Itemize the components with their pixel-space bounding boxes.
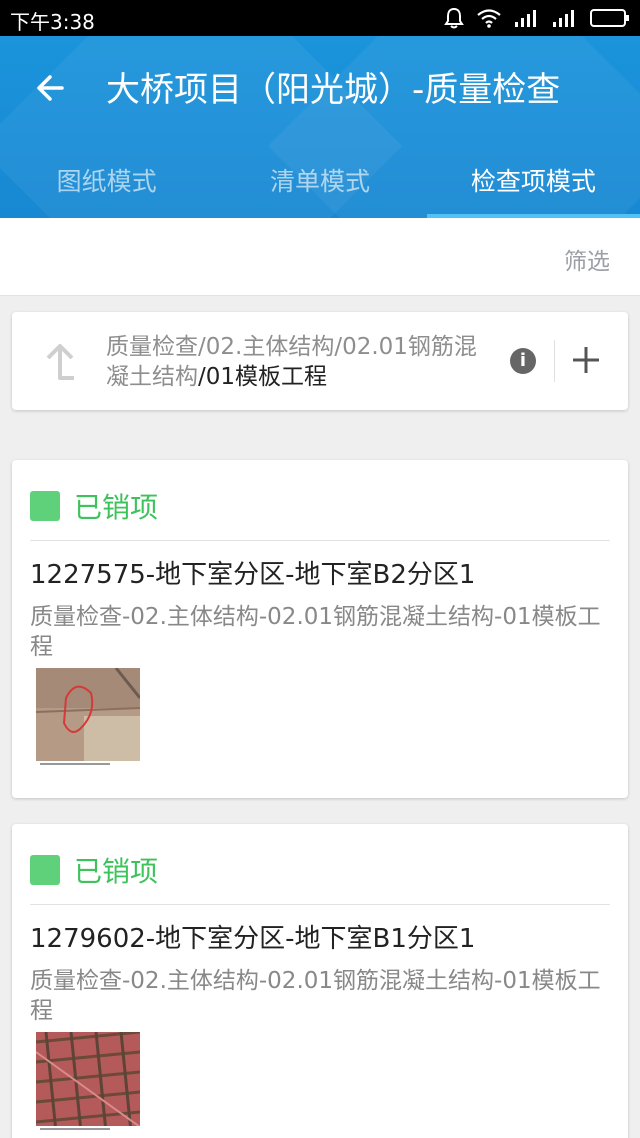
status-label: 已销项 <box>74 855 159 888</box>
status-label: 已销项 <box>74 491 159 524</box>
status-indicator <box>30 491 60 521</box>
record-category: 质量检查-02.主体结构-02.01钢筋混凝土结构-01模板工程 <box>30 604 601 660</box>
add-button[interactable] <box>570 344 602 376</box>
category-path: 质量检查/02.主体结构/02.01钢筋混凝土结构/01模板工程 <box>106 332 496 392</box>
tab-inspection-item-mode[interactable]: 检查项模式 <box>426 142 640 218</box>
record-photo-thumbnail[interactable] <box>36 668 140 768</box>
status-badge: 已销项 <box>30 486 158 526</box>
bell-icon <box>444 7 464 29</box>
info-icon[interactable]: i <box>510 348 536 374</box>
record-card[interactable]: 已销项 1279602-地下室分区-地下室B1分区1 质量检查-02.主体结构-… <box>12 824 628 1138</box>
record-title: 1279602-地下室分区-地下室B1分区1 <box>30 924 476 954</box>
app-header: 大桥项目（阳光城）-质量检查 图纸模式 清单模式 检查项模式 <box>0 36 640 218</box>
status-time: 下午3:38 <box>10 10 95 34</box>
wifi-icon <box>476 8 502 28</box>
filter-button[interactable]: 筛选 <box>564 242 610 276</box>
mode-tabs: 图纸模式 清单模式 检查项模式 <box>0 142 640 218</box>
record-photo-thumbnail[interactable] <box>36 1032 140 1132</box>
tab-drawing-mode[interactable]: 图纸模式 <box>0 142 213 218</box>
plus-icon <box>573 347 599 373</box>
signal-icon <box>552 9 578 27</box>
category-path-card: 质量检查/02.主体结构/02.01钢筋混凝土结构/01模板工程 i <box>12 312 628 410</box>
battery-icon <box>590 8 630 28</box>
record-card[interactable]: 已销项 1227575-地下室分区-地下室B2分区1 质量检查-02.主体结构-… <box>12 460 628 798</box>
back-button[interactable] <box>32 68 72 108</box>
arrow-left-icon <box>37 75 64 101</box>
divider <box>30 540 610 541</box>
tab-list-mode[interactable]: 清单模式 <box>213 142 426 218</box>
up-level-button[interactable] <box>40 340 80 384</box>
status-icons <box>444 6 630 30</box>
signal-icon <box>514 9 540 27</box>
status-indicator <box>30 855 60 885</box>
level-up-icon <box>46 344 74 380</box>
status-badge: 已销项 <box>30 850 158 890</box>
page-title: 大桥项目（阳光城）-质量检查 <box>106 70 561 110</box>
filter-bar: 筛选 <box>0 218 640 296</box>
status-bar: 下午3:38 <box>0 0 640 36</box>
record-category: 质量检查-02.主体结构-02.01钢筋混凝土结构-01模板工程 <box>30 968 601 1024</box>
category-path-current: /01模板工程 <box>198 364 328 390</box>
divider <box>554 340 555 382</box>
record-title: 1227575-地下室分区-地下室B2分区1 <box>30 560 476 590</box>
divider <box>30 904 610 905</box>
